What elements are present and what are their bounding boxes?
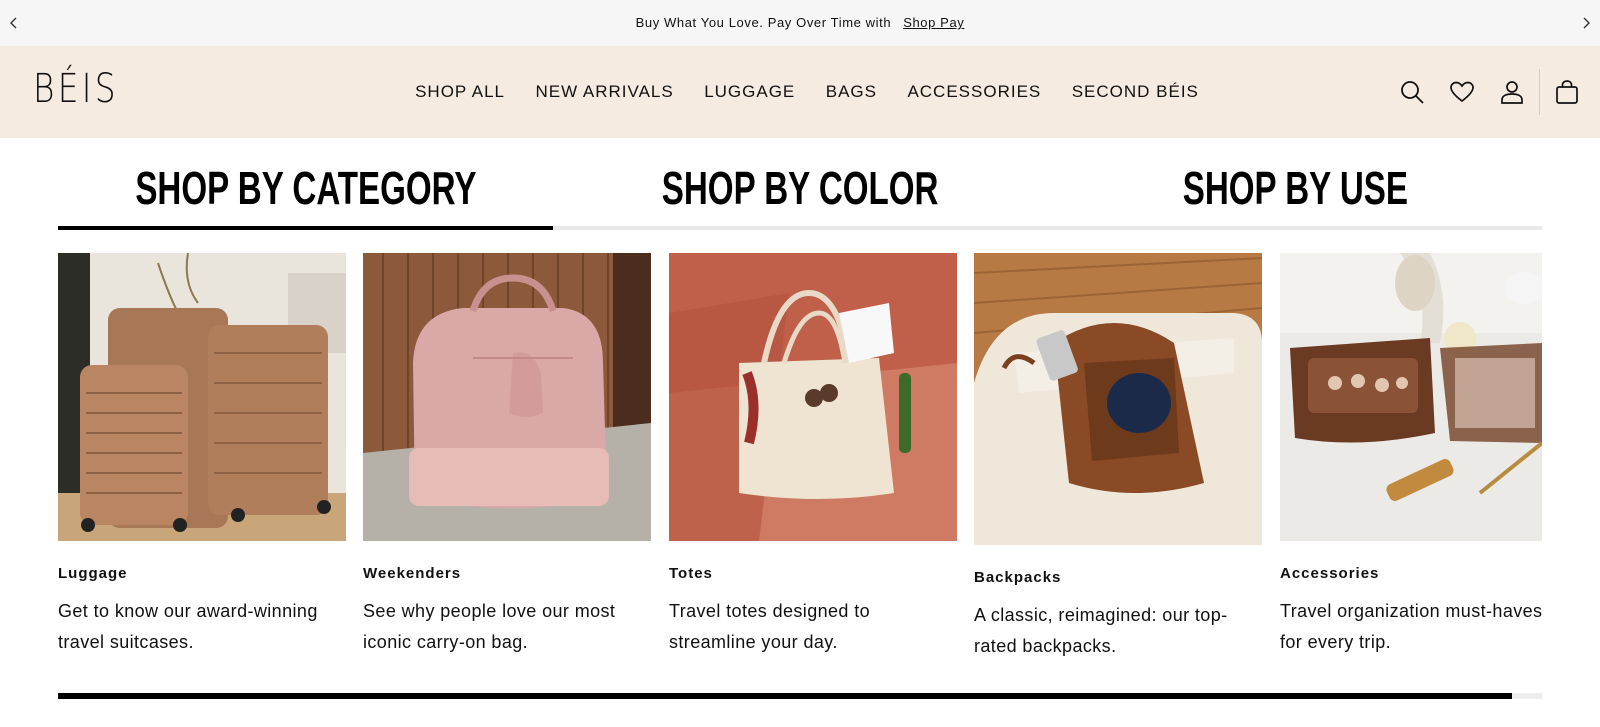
next-announcement-arrow-icon[interactable]	[1578, 14, 1594, 32]
category-card-luggage[interactable]: Luggage Get to know our award-winning tr…	[58, 253, 346, 658]
header-icons	[1375, 69, 1580, 115]
tab-label: SHOP BY COLOR	[662, 162, 939, 214]
nav-bags[interactable]: BAGS	[826, 82, 877, 102]
backpacks-image	[974, 253, 1262, 545]
category-title: Luggage	[58, 565, 128, 582]
accessories-image	[1280, 253, 1542, 541]
site-header: BÉIS SHOP ALL NEW ARRIVALS LUGGAGE BAGS …	[0, 46, 1600, 138]
category-description: A classic, reimagined: our top-rated bac…	[974, 605, 1228, 656]
heart-icon[interactable]	[1449, 79, 1475, 105]
nav-luggage[interactable]: LUGGAGE	[704, 82, 795, 102]
shop-by-tabs: SHOP BY CATEGORY SHOP BY COLOR SHOP BY U…	[58, 160, 1542, 230]
shop-pay-link[interactable]: Shop Pay	[903, 15, 964, 30]
category-card-accessories[interactable]: Accessories Travel organization must-hav…	[1280, 253, 1542, 658]
nav-shop-all[interactable]: SHOP ALL	[415, 82, 505, 102]
luggage-image	[58, 253, 346, 541]
account-icon[interactable]	[1499, 79, 1525, 105]
active-tab-indicator	[58, 226, 553, 230]
weekenders-image	[363, 253, 651, 541]
category-card-backpacks[interactable]: Backpacks A classic, reimagined: our top…	[974, 253, 1262, 662]
cart-icon[interactable]	[1554, 79, 1580, 105]
category-card-totes[interactable]: Totes Travel totes designed to streamlin…	[669, 253, 957, 658]
search-icon[interactable]	[1399, 79, 1425, 105]
category-description: See why people love our most iconic carr…	[363, 601, 616, 652]
category-title: Accessories	[1280, 565, 1380, 582]
category-card-weekenders[interactable]: Weekenders See why people love our most …	[363, 253, 651, 658]
announcement-bar: Buy What You Love. Pay Over Time with Sho…	[0, 0, 1600, 46]
main-navigation: SHOP ALL NEW ARRIVALS LUGGAGE BAGS ACCES…	[0, 82, 1600, 102]
totes-image	[669, 253, 957, 541]
tab-shop-by-use[interactable]: SHOP BY USE	[1048, 160, 1543, 216]
nav-new-arrivals[interactable]: NEW ARRIVALS	[535, 82, 673, 102]
category-description: Get to know our award-winning travel sui…	[58, 601, 318, 652]
carousel-scrollbar-thumb[interactable]	[58, 693, 1513, 699]
category-title: Weekenders	[363, 565, 462, 582]
category-description: Travel totes designed to streamline your…	[669, 601, 871, 652]
tab-shop-by-color[interactable]: SHOP BY COLOR	[553, 160, 1048, 216]
category-title: Backpacks	[974, 569, 1062, 586]
tab-label: SHOP BY USE	[1182, 162, 1409, 214]
tab-label: SHOP BY CATEGORY	[134, 162, 477, 214]
nav-second-beis[interactable]: SECOND BÉIS	[1072, 82, 1199, 102]
tab-shop-by-category[interactable]: SHOP BY CATEGORY	[58, 160, 553, 216]
category-description: Travel organization must-haves for every…	[1280, 601, 1543, 652]
tab-underline-track	[58, 226, 1542, 230]
carousel-scrollbar[interactable]	[58, 693, 1542, 699]
nav-accessories[interactable]: ACCESSORIES	[907, 82, 1041, 102]
announcement-text: Buy What You Love. Pay Over Time with	[635, 15, 892, 30]
header-icon-divider	[1539, 69, 1540, 115]
announcement-message: Buy What You Love. Pay Over Time with Sho…	[0, 15, 1600, 30]
category-title: Totes	[669, 565, 713, 582]
